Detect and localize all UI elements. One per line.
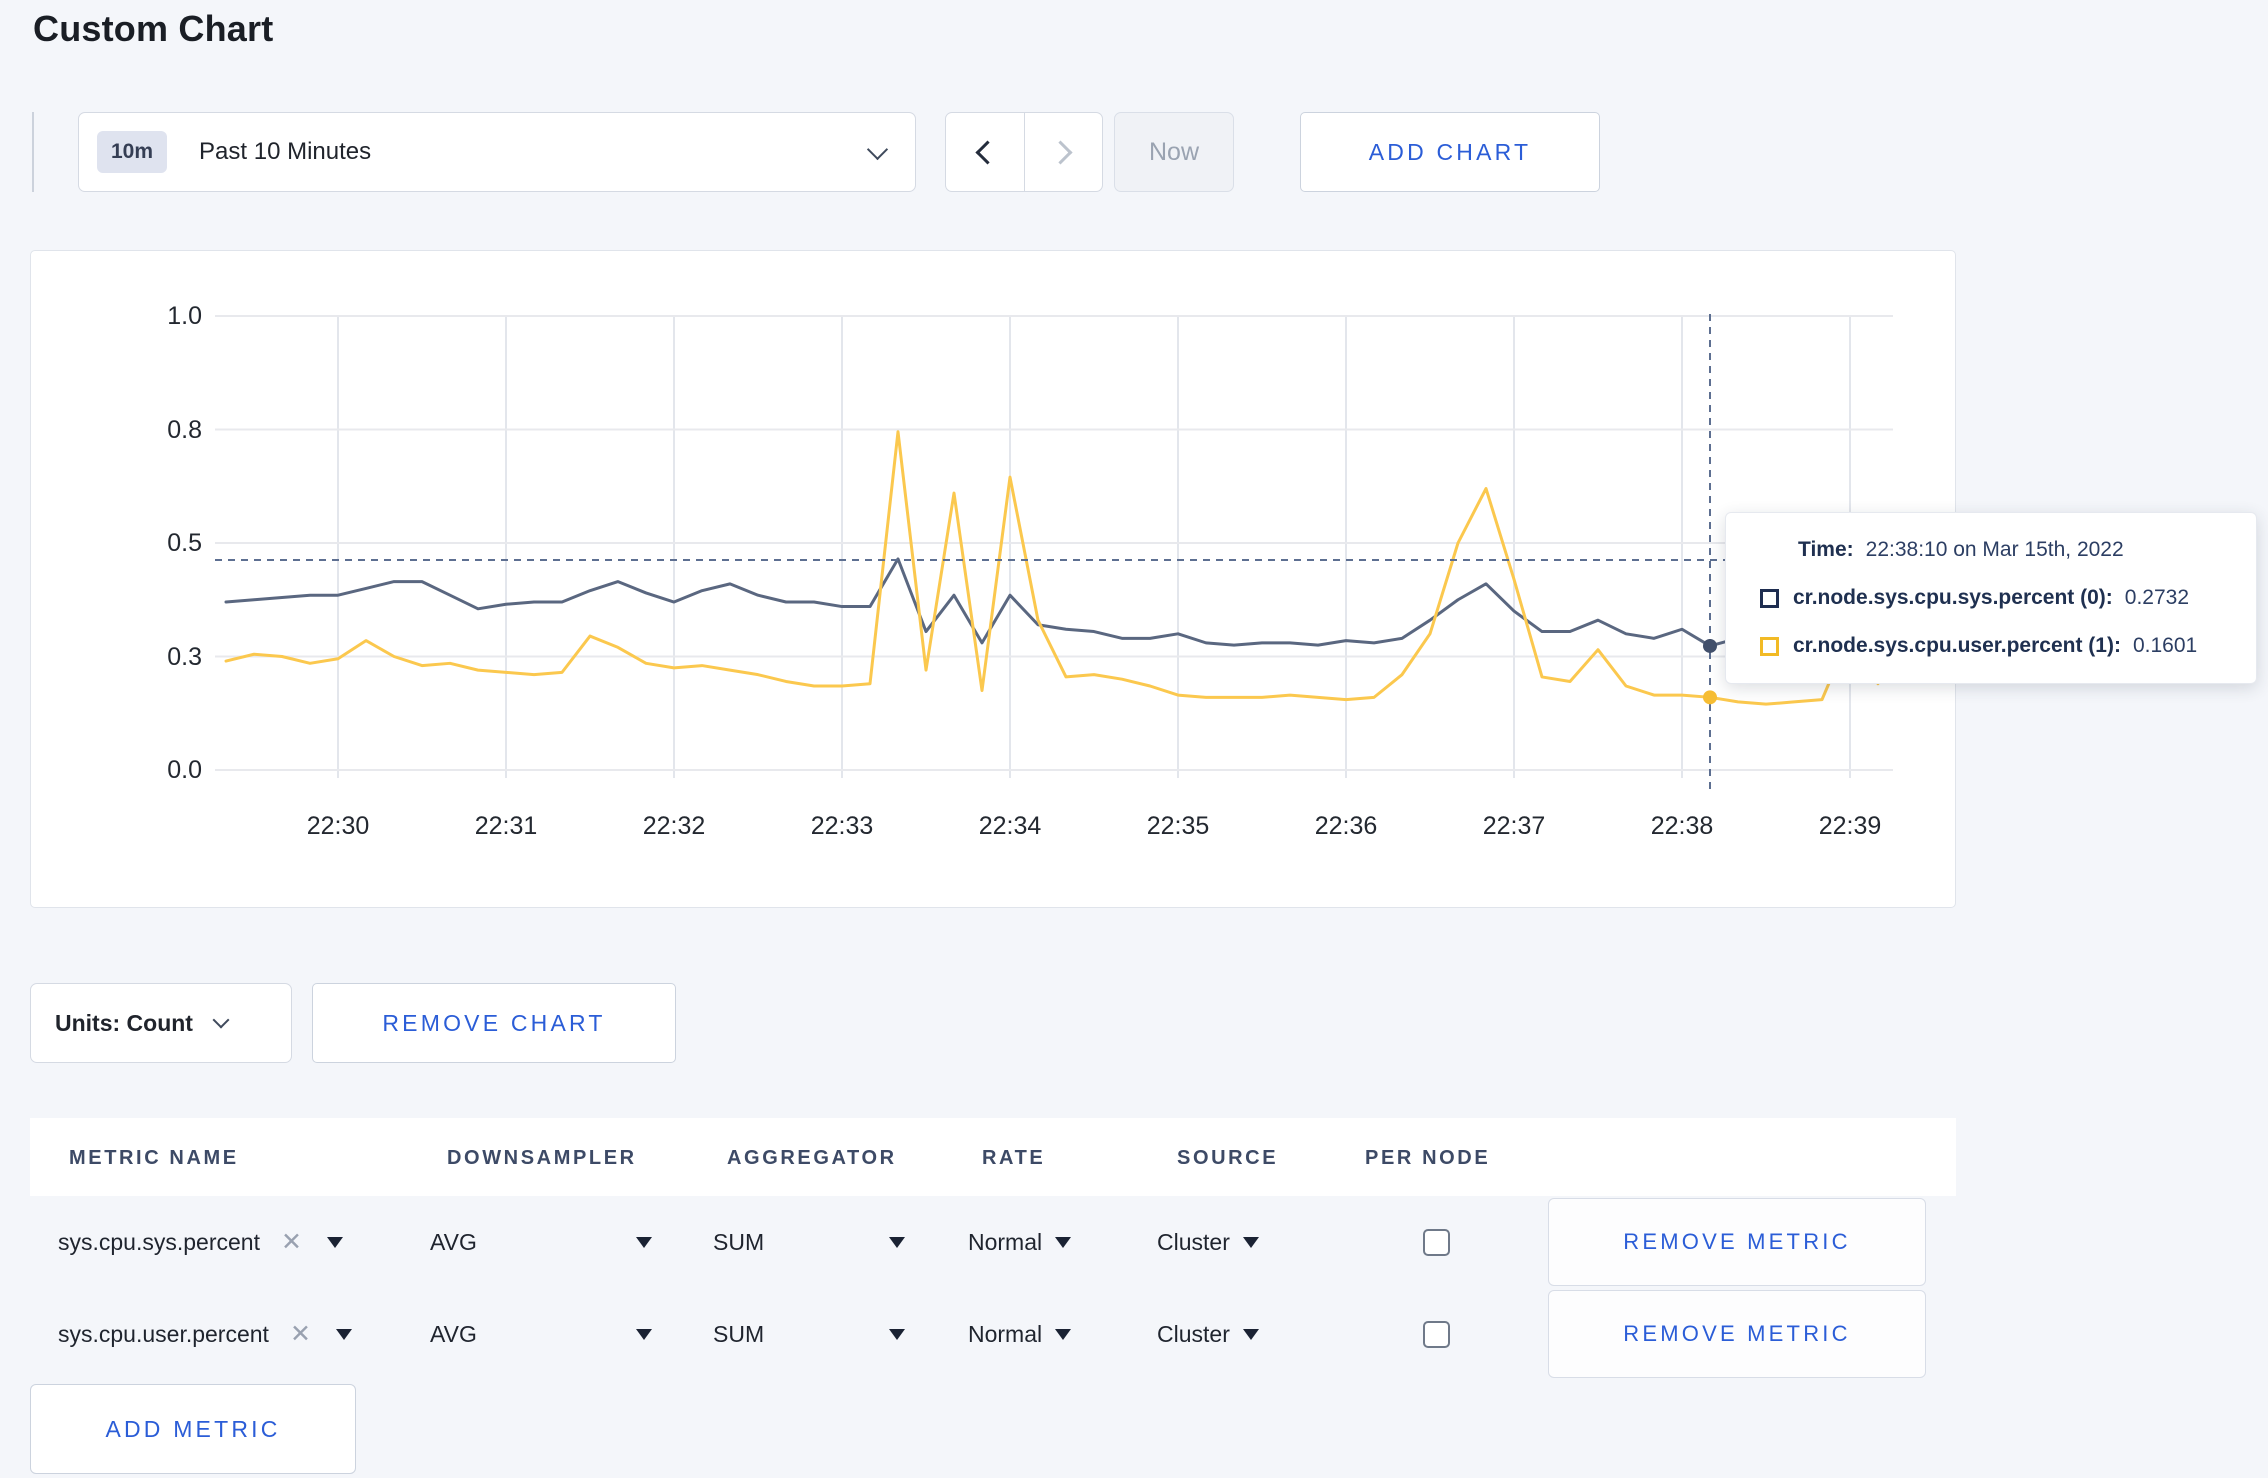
add-chart-button[interactable]: ADD CHART	[1300, 112, 1600, 192]
metric-name-select[interactable]: sys.cpu.sys.percent ✕	[58, 1196, 343, 1288]
x-tick-label: 22:34	[978, 812, 1042, 840]
tooltip-series-row: cr.node.sys.cpu.sys.percent (0): 0.2732	[1760, 586, 2226, 610]
aggregator-select[interactable]: SUM	[713, 1288, 905, 1380]
per-node-cell	[1423, 1196, 1450, 1288]
metric-name-value: sys.cpu.user.percent	[58, 1320, 269, 1347]
tooltip-time-value: 22:38:10 on Mar 15th, 2022	[1865, 538, 2124, 561]
source-select[interactable]: Cluster	[1157, 1288, 1259, 1380]
chart-svg[interactable]	[215, 300, 1893, 800]
caret-down-icon	[1242, 1328, 1259, 1340]
rate-value: Normal	[968, 1228, 1043, 1255]
col-header-per-node: PER NODE	[1365, 1147, 1491, 1169]
x-tick-label: 22:30	[306, 812, 370, 840]
units-select[interactable]: Units: Count	[30, 983, 292, 1063]
remove-chart-button[interactable]: REMOVE CHART	[312, 983, 676, 1063]
col-header-downsampler: DOWNSAMPLER	[447, 1147, 637, 1169]
chevron-left-icon	[975, 139, 1000, 165]
page-title: Custom Chart	[33, 8, 274, 49]
units-label: Units: Count	[55, 1009, 193, 1036]
x-tick-label: 22:33	[810, 812, 874, 840]
per-node-checkbox[interactable]	[1423, 1228, 1450, 1256]
tooltip-series-value: 0.1601	[2132, 634, 2198, 657]
tooltip-series-label: cr.node.sys.cpu.user.percent (1):	[1793, 634, 2121, 657]
chevron-down-icon	[866, 138, 889, 160]
caret-down-icon	[1242, 1236, 1259, 1248]
x-tick-label: 22:37	[1482, 812, 1546, 840]
series-swatch-icon	[1760, 636, 1779, 656]
chevron-down-icon	[212, 1011, 230, 1029]
aggregator-value: SUM	[713, 1228, 765, 1255]
toolbar-divider	[32, 112, 34, 192]
x-tick-label: 22:39	[1818, 812, 1882, 840]
clear-metric-icon[interactable]: ✕	[281, 1227, 302, 1257]
now-button[interactable]: Now	[1114, 112, 1234, 192]
tooltip-time-row: Time: 22:38:10 on Mar 15th, 2022	[1798, 538, 2226, 562]
caret-down-icon	[636, 1236, 652, 1248]
metric-name-select[interactable]: sys.cpu.user.percent ✕	[58, 1288, 352, 1380]
tooltip-series-row: cr.node.sys.cpu.user.percent (1): 0.1601	[1760, 634, 2226, 658]
x-tick-label: 22:32	[642, 812, 706, 840]
chart-tooltip: Time: 22:38:10 on Mar 15th, 2022 cr.node…	[1725, 512, 2257, 684]
remove-metric-button[interactable]: REMOVE METRIC	[1548, 1290, 1926, 1378]
x-tick-label: 22:38	[1650, 812, 1714, 840]
tooltip-series-label: cr.node.sys.cpu.sys.percent (0):	[1793, 586, 2113, 609]
time-range-label: Past 10 Minutes	[199, 138, 372, 165]
caret-down-icon	[889, 1236, 905, 1248]
caret-down-icon	[326, 1236, 343, 1248]
rate-select[interactable]: Normal	[968, 1196, 1072, 1288]
rate-select[interactable]: Normal	[968, 1288, 1072, 1380]
remove-metric-cell: REMOVE METRIC	[1548, 1196, 1926, 1288]
downsampler-value: AVG	[430, 1320, 477, 1347]
per-node-checkbox[interactable]	[1423, 1320, 1450, 1348]
time-window-nav	[945, 112, 1103, 192]
aggregator-value: SUM	[713, 1320, 765, 1347]
prev-window-button[interactable]	[946, 113, 1024, 191]
caret-down-icon	[1055, 1236, 1072, 1248]
y-tick-label: 0.5	[167, 529, 202, 557]
time-range-select[interactable]: 10m Past 10 Minutes	[78, 112, 916, 192]
series-swatch-icon	[1760, 588, 1779, 608]
clear-metric-icon[interactable]: ✕	[290, 1319, 311, 1349]
x-tick-label: 22:36	[1314, 812, 1378, 840]
col-header-aggregator: AGGREGATOR	[727, 1147, 897, 1169]
tooltip-series-value: 0.2732	[2124, 586, 2190, 609]
tooltip-time-label: Time:	[1798, 538, 1854, 561]
remove-metric-cell: REMOVE METRIC	[1548, 1288, 1926, 1380]
metric-name-value: sys.cpu.sys.percent	[58, 1228, 260, 1255]
col-header-source: SOURCE	[1177, 1147, 1279, 1169]
downsampler-select[interactable]: AVG	[430, 1196, 652, 1288]
time-range-badge: 10m	[97, 131, 168, 173]
chevron-right-icon	[1048, 139, 1073, 165]
x-tick-label: 22:31	[474, 812, 538, 840]
source-select[interactable]: Cluster	[1157, 1196, 1259, 1288]
caret-down-icon	[889, 1328, 905, 1340]
caret-down-icon	[1055, 1328, 1072, 1340]
source-value: Cluster	[1157, 1228, 1230, 1255]
custom-chart-page: Custom Chart 10m Past 10 Minutes Now ADD…	[0, 0, 2268, 1478]
x-tick-label: 22:35	[1146, 812, 1210, 840]
caret-down-icon	[335, 1328, 352, 1340]
y-tick-label: 0.8	[167, 415, 202, 444]
per-node-cell	[1423, 1288, 1450, 1380]
y-tick-label: 0.3	[167, 642, 202, 671]
add-metric-button[interactable]: ADD METRIC	[30, 1384, 356, 1474]
rate-value: Normal	[968, 1320, 1043, 1347]
remove-metric-button[interactable]: REMOVE METRIC	[1548, 1198, 1926, 1286]
next-window-button[interactable]	[1023, 113, 1103, 191]
col-header-metric-name: METRIC NAME	[69, 1147, 239, 1169]
y-tick-label: 0.0	[167, 756, 202, 784]
source-value: Cluster	[1157, 1320, 1230, 1347]
y-tick-label: 1.0	[167, 302, 202, 330]
col-header-rate: RATE	[982, 1147, 1046, 1169]
caret-down-icon	[636, 1328, 652, 1340]
downsampler-select[interactable]: AVG	[430, 1288, 652, 1380]
downsampler-value: AVG	[430, 1228, 477, 1255]
aggregator-select[interactable]: SUM	[713, 1196, 905, 1288]
